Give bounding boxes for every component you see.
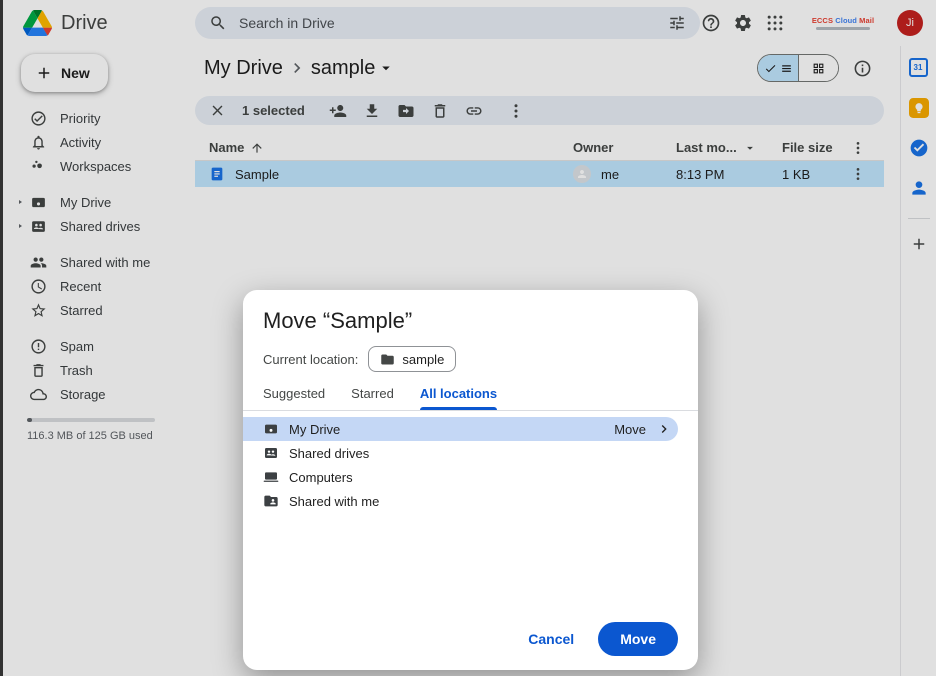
drive-app: Drive New Priority Activity Workspaces — [0, 0, 936, 676]
folder-icon — [380, 352, 395, 367]
chevron-right-icon[interactable] — [656, 421, 672, 437]
dialog-footer: Cancel Move — [514, 622, 678, 656]
move-dialog: Move “Sample” Current location: sample S… — [243, 290, 698, 670]
cancel-button[interactable]: Cancel — [514, 623, 588, 655]
tab-starred[interactable]: Starred — [351, 386, 394, 410]
folder-shared-icon — [263, 493, 279, 509]
dialog-title: Move “Sample” — [263, 308, 678, 334]
dialog-tabs: Suggested Starred All locations — [243, 386, 698, 411]
location-item-my-drive[interactable]: My Drive Move — [243, 417, 678, 441]
current-location-label: Current location: — [263, 352, 358, 367]
location-list: My Drive Move Shared drives Computers Sh… — [243, 417, 698, 513]
hard-drive-icon — [263, 421, 279, 437]
location-item-shared-drives[interactable]: Shared drives — [243, 441, 698, 465]
location-item-computers[interactable]: Computers — [243, 465, 698, 489]
current-location-row: Current location: sample — [263, 346, 678, 372]
current-location-chip[interactable]: sample — [368, 346, 456, 372]
tab-all-locations[interactable]: All locations — [420, 386, 497, 410]
location-item-shared-with-me[interactable]: Shared with me — [243, 489, 698, 513]
move-here-label[interactable]: Move — [614, 422, 646, 437]
computer-icon — [263, 469, 279, 485]
shared-drives-icon — [263, 445, 279, 461]
move-button[interactable]: Move — [598, 622, 678, 656]
tab-suggested[interactable]: Suggested — [263, 386, 325, 410]
